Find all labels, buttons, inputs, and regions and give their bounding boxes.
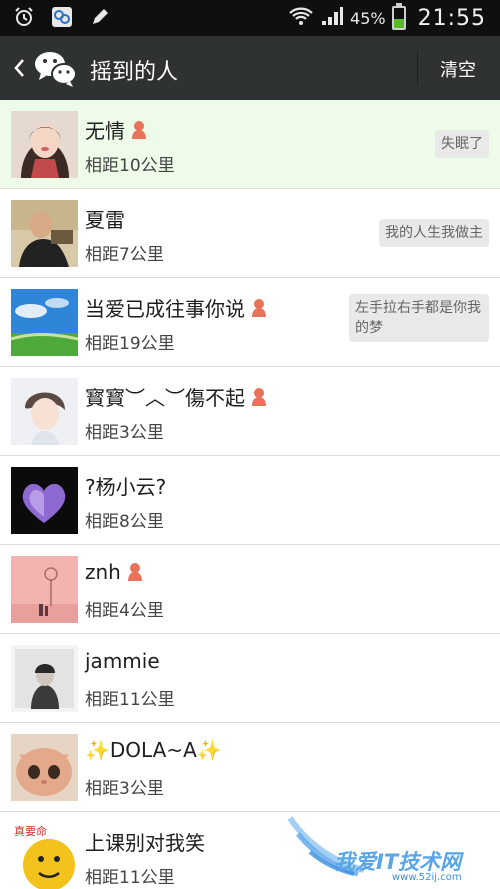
distance-label: 相距11公里 xyxy=(85,690,175,710)
list-item[interactable]: 无情 相距10公里 失眠了 xyxy=(0,100,500,189)
status-bar: 45% 21:55 xyxy=(0,0,500,36)
list-item[interactable]: 夏雷 相距7公里 我的人生我做主 xyxy=(0,189,500,278)
person-name: 上课别对我笑 xyxy=(85,831,205,855)
back-icon[interactable] xyxy=(10,54,28,82)
signal-icon xyxy=(320,5,344,31)
female-icon xyxy=(251,387,267,407)
header-divider xyxy=(417,50,418,86)
person-name: ✨DOLA~A✨ xyxy=(85,738,222,762)
distance-label: 相距4公里 xyxy=(85,601,164,621)
title-bar: 摇到的人 清空 xyxy=(0,36,500,100)
signature-bubble: 我的人生我做主 xyxy=(379,219,489,247)
avatar xyxy=(11,378,78,445)
avatar xyxy=(11,111,78,178)
avatar xyxy=(11,645,78,712)
person-name: 夏雷 xyxy=(85,208,125,232)
avatar xyxy=(11,289,78,356)
alarm-icon xyxy=(12,5,36,29)
signature-bubble: 失眠了 xyxy=(435,130,489,158)
distance-label: 相距8公里 xyxy=(85,512,164,532)
avatar xyxy=(11,734,78,801)
list-item[interactable]: znh 相距4公里 xyxy=(0,545,500,634)
avatar xyxy=(11,200,78,267)
person-name: znh xyxy=(85,560,121,584)
people-list: 无情 相距10公里 失眠了 夏雷 相距7公里 我的人生我做主 当爱已成往事你说 … xyxy=(0,100,500,889)
list-item[interactable]: ?杨小云? 相距8公里 xyxy=(0,456,500,545)
clear-button[interactable]: 清空 xyxy=(440,56,476,82)
signature-bubble: 左手拉右手都是你我的梦 xyxy=(349,294,489,342)
distance-label: 相距7公里 xyxy=(85,245,164,265)
person-name: ?杨小云? xyxy=(85,475,167,499)
female-icon xyxy=(251,298,267,318)
person-name: 当爱已成往事你说 xyxy=(85,297,245,321)
female-icon xyxy=(131,120,147,140)
battery-icon xyxy=(391,3,406,30)
avatar: 真要命 xyxy=(11,823,78,889)
system-indicators: 45% 21:55 xyxy=(288,3,486,33)
battery-level xyxy=(393,19,404,28)
list-item[interactable]: 寳寳︶︿︶傷不起 相距3公里 xyxy=(0,367,500,456)
distance-label: 相距11公里 xyxy=(85,868,175,888)
avatar xyxy=(11,467,78,534)
wechat-logo-icon[interactable] xyxy=(34,49,78,89)
distance-label: 相距19公里 xyxy=(85,334,175,354)
distance-label: 相距3公里 xyxy=(85,779,164,799)
female-icon xyxy=(127,562,143,582)
distance-label: 相距10公里 xyxy=(85,156,175,176)
page-title: 摇到的人 xyxy=(90,60,179,85)
svg-text:真要命: 真要命 xyxy=(14,824,47,838)
person-name: 无情 xyxy=(85,119,125,143)
pen-icon xyxy=(88,5,112,29)
list-item[interactable]: ✨DOLA~A✨ 相距3公里 xyxy=(0,723,500,812)
person-name: jammie xyxy=(85,649,160,673)
wifi-icon xyxy=(288,5,314,31)
distance-label: 相距3公里 xyxy=(85,423,164,443)
notification-icons xyxy=(12,5,112,29)
battery-percent: 45% xyxy=(350,8,386,28)
watermark-url: www.52ij.com xyxy=(392,872,462,883)
clock: 21:55 xyxy=(417,5,486,31)
avatar xyxy=(11,556,78,623)
person-name: 寳寳︶︿︶傷不起 xyxy=(85,386,245,410)
list-item[interactable]: jammie 相距11公里 xyxy=(0,634,500,723)
photo-app-icon xyxy=(50,5,74,29)
list-item[interactable]: 当爱已成往事你说 相距19公里 左手拉右手都是你我的梦 xyxy=(0,278,500,367)
